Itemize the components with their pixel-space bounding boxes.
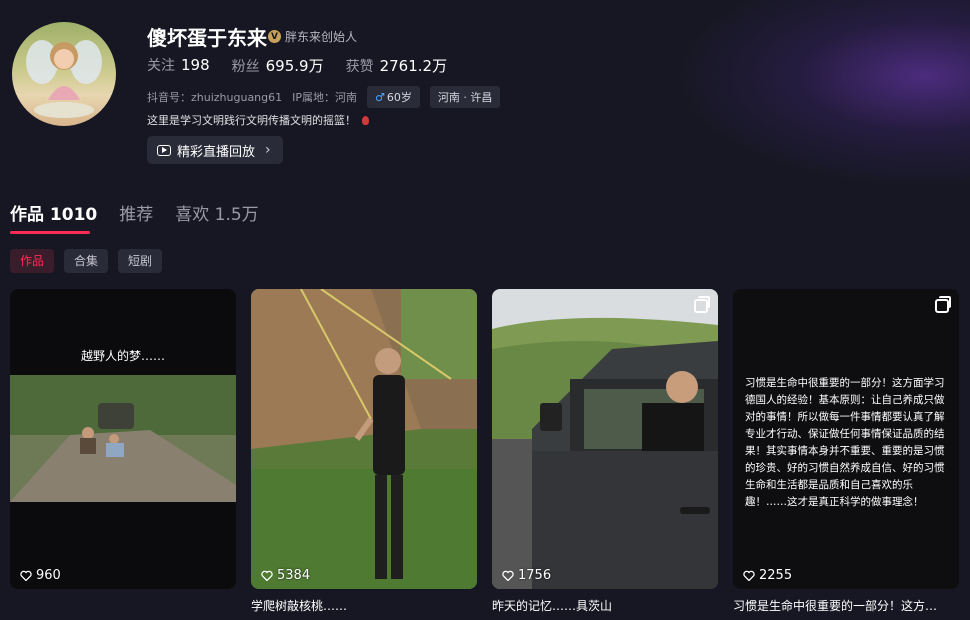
rose-icon bbox=[362, 115, 369, 125]
tab-works[interactable]: 作品 1010 bbox=[10, 200, 97, 225]
bio: 这里是学习文明践行文明传播文明的摇篮！ bbox=[147, 112, 369, 128]
subtabs: 作品 合集 短剧 bbox=[10, 249, 163, 273]
heart-icon bbox=[743, 570, 755, 581]
video-thumbnail bbox=[492, 289, 718, 589]
like-count: 1756 bbox=[502, 568, 551, 583]
heart-icon bbox=[20, 570, 32, 581]
heart-icon bbox=[502, 570, 514, 581]
subtab-collections[interactable]: 合集 bbox=[64, 249, 109, 273]
tab-likes[interactable]: 喜欢 1.5万 bbox=[175, 200, 258, 225]
video-card[interactable]: 越野人的梦…… 960 bbox=[10, 289, 236, 589]
profile-name: 傻坏蛋于东来 bbox=[147, 26, 267, 50]
live-replay-label: 精彩直播回放 bbox=[177, 144, 256, 160]
following-stat[interactable]: 关注 198 bbox=[147, 55, 210, 76]
profile-meta: 抖音号：zhuizhuguang61 IP属地：河南 ♂ 60岁 河南 · 许昌 bbox=[147, 86, 501, 108]
profile-tabs: 作品 1010 推荐 喜欢 1.5万 bbox=[10, 200, 259, 225]
video-thumbnail bbox=[251, 289, 477, 589]
creator-badge: V 胖东来创始人 bbox=[268, 28, 357, 45]
subtab-short-dramas[interactable]: 短剧 bbox=[118, 249, 163, 273]
region-chip: 河南 · 许昌 bbox=[429, 86, 501, 108]
multi-image-icon bbox=[694, 296, 710, 313]
video-caption[interactable]: 习惯是生命中很重要的一部分！这方… bbox=[733, 597, 970, 614]
ip-location: IP属地：河南 bbox=[292, 91, 358, 104]
bio-text: 这里是学习文明践行文明传播文明的摇篮！ bbox=[147, 114, 356, 127]
douyin-id: 抖音号：zhuizhuguang61 bbox=[147, 91, 283, 104]
like-count: 2255 bbox=[743, 568, 792, 583]
v-verified-icon: V bbox=[268, 30, 281, 43]
like-count: 960 bbox=[20, 568, 61, 583]
male-icon: ♂ bbox=[375, 91, 385, 104]
tab-recommend[interactable]: 推荐 bbox=[119, 200, 153, 225]
likes-stat: 获赞 2761.2万 bbox=[345, 57, 448, 75]
profile-stats: 关注 198 粉丝 695.9万 获赞 2761.2万 bbox=[147, 55, 447, 76]
video-thumbnail bbox=[10, 375, 236, 502]
multi-image-icon bbox=[935, 296, 951, 313]
active-tab-underline bbox=[10, 231, 90, 234]
age-chip: ♂ 60岁 bbox=[367, 86, 420, 108]
video-overlay-text: 越野人的梦…… bbox=[80, 349, 165, 363]
tv-icon bbox=[157, 144, 171, 156]
followers-stat[interactable]: 粉丝 695.9万 bbox=[232, 55, 324, 76]
subtab-works[interactable]: 作品 bbox=[10, 249, 55, 273]
badge-label: 胖东来创始人 bbox=[285, 30, 358, 44]
video-card[interactable]: 习惯是生命中很重要的一部分！这方面学习德国人的经验！基本原则：让自己养成只做对的… bbox=[733, 289, 959, 589]
header-glow bbox=[670, 0, 970, 190]
video-card[interactable]: 5384 bbox=[251, 289, 477, 589]
video-overlay-text: 习惯是生命中很重要的一部分！这方面学习德国人的经验！基本原则：让自己养成只做对的… bbox=[745, 377, 945, 508]
chevron-right-icon: › bbox=[265, 142, 271, 158]
heart-icon bbox=[261, 570, 273, 581]
video-caption[interactable]: 昨天的记忆……具茨山 bbox=[492, 597, 718, 614]
video-card[interactable]: 1756 bbox=[492, 289, 718, 589]
live-replay-button[interactable]: 精彩直播回放 › bbox=[147, 136, 283, 164]
video-caption[interactable]: 学爬树敲核桃…… bbox=[251, 597, 477, 614]
avatar[interactable] bbox=[12, 22, 116, 126]
like-count: 5384 bbox=[261, 568, 310, 583]
